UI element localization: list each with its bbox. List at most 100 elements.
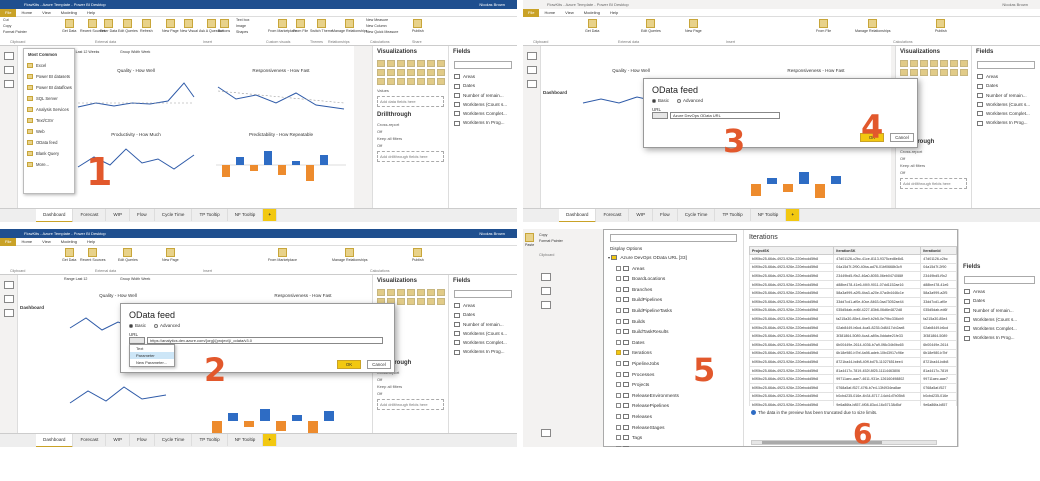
tab-dashboard[interactable]: Dashboard: [36, 434, 74, 447]
cross-report-toggle[interactable]: Off: [373, 376, 448, 383]
publish-button[interactable]: Publish: [412, 248, 424, 262]
navigator-item[interactable]: BuildTaskResults: [604, 328, 743, 339]
visual-type-icon[interactable]: [900, 69, 908, 76]
checkbox-icon[interactable]: [616, 307, 621, 313]
basic-radio[interactable]: Basic: [129, 323, 146, 328]
field-table[interactable]: Workitems Complet...: [959, 324, 1040, 333]
field-table[interactable]: Number of remain...: [449, 320, 517, 329]
menu-home[interactable]: Home: [16, 238, 37, 246]
report-view-icon[interactable]: [4, 52, 14, 60]
visual-type-icon[interactable]: [417, 298, 425, 305]
from-marketplace-button[interactable]: From Marketplace: [268, 248, 297, 262]
navigator-item[interactable]: PipelineJobs: [604, 360, 743, 371]
basic-radio[interactable]: Basic: [652, 98, 669, 103]
report-view-icon[interactable]: [4, 281, 14, 289]
add-page-button[interactable]: +: [263, 209, 278, 221]
visual-type-icon[interactable]: [437, 69, 445, 76]
field-table[interactable]: Number of remain...: [972, 91, 1040, 100]
model-view-icon[interactable]: [527, 80, 537, 88]
tab-flow[interactable]: Flow: [130, 434, 155, 446]
visual-type-icon[interactable]: [397, 60, 405, 67]
keep-filters-toggle[interactable]: Off: [373, 142, 448, 149]
tab-flow[interactable]: Flow: [653, 209, 678, 221]
visual-type-icon[interactable]: [417, 78, 425, 85]
from-file-button[interactable]: From File: [816, 19, 831, 33]
menu-help[interactable]: Help: [82, 238, 100, 246]
new-page-button[interactable]: New Page: [162, 248, 179, 262]
url-type-new-parameter[interactable]: New Parameter...: [130, 359, 174, 366]
group-width-slicer[interactable]: Group Width Week: [120, 277, 150, 281]
menu-file[interactable]: File: [0, 238, 17, 246]
checkbox-icon[interactable]: [616, 318, 621, 324]
from-file-button[interactable]: From File: [293, 19, 308, 33]
menu-modeling[interactable]: Modeling: [56, 9, 82, 17]
fields-search-input[interactable]: [977, 61, 1035, 69]
field-table[interactable]: Workitems (Count s...: [959, 315, 1040, 324]
visual-type-icon[interactable]: [920, 69, 928, 76]
menu-file[interactable]: File: [523, 9, 540, 17]
visual-type-icon[interactable]: [387, 78, 395, 85]
get-data-button[interactable]: Get Data: [585, 19, 599, 33]
navigator-item[interactable]: Processes: [604, 371, 743, 382]
checkbox-icon[interactable]: [616, 435, 621, 441]
cross-report-toggle[interactable]: Off: [373, 128, 448, 135]
tab-dashboard[interactable]: Dashboard: [559, 209, 597, 222]
range-slicer[interactable]: Range Last 12: [64, 277, 87, 281]
visual-type-icon[interactable]: [407, 60, 415, 67]
horizontal-scrollbar[interactable]: [751, 440, 937, 445]
visual-type-icon[interactable]: [960, 69, 968, 76]
visual-type-icon[interactable]: [407, 289, 415, 296]
tab-forecast[interactable]: Forecast: [73, 209, 107, 221]
publish-button[interactable]: Publish: [412, 19, 424, 33]
visual-type-icon[interactable]: [407, 69, 415, 76]
visual-type-icon[interactable]: [377, 60, 385, 67]
checkbox-icon[interactable]: [616, 276, 621, 282]
navigator-item[interactable]: Branches: [604, 286, 743, 297]
visual-type-icon[interactable]: [377, 78, 385, 85]
field-table[interactable]: Workitems (Count s...: [972, 100, 1040, 109]
tab-forecast[interactable]: Forecast: [73, 434, 107, 446]
field-table[interactable]: Number of remain...: [959, 306, 1040, 315]
field-table[interactable]: Workitems In Prog...: [449, 118, 517, 127]
field-table[interactable]: Areas: [449, 72, 517, 81]
visual-type-icon[interactable]: [417, 69, 425, 76]
clipboard-format-painter[interactable]: Format Painter: [3, 30, 27, 34]
checkbox-icon[interactable]: [616, 329, 621, 335]
field-table[interactable]: Areas: [449, 301, 517, 310]
tab-flow[interactable]: Flow: [130, 209, 155, 221]
image-button[interactable]: Image: [236, 24, 246, 28]
get-data-blank-query[interactable]: Blank Query: [24, 148, 74, 159]
responsiveness-chart[interactable]: Responsiveness - How Fast: [751, 68, 881, 73]
responsiveness-chart[interactable]: Responsiveness - How Fast: [216, 68, 346, 121]
navigator-item[interactable]: ReleasePipelines: [604, 402, 743, 413]
url-parameter-select[interactable]: Azure DevOps OData URL: [670, 112, 780, 119]
visual-type-icon[interactable]: [940, 60, 948, 67]
tab-nf-tooltip[interactable]: NF Tooltip: [228, 434, 264, 446]
edit-queries-button[interactable]: Edit Queries: [118, 248, 138, 262]
get-data-more[interactable]: More...: [24, 159, 74, 170]
report-view-icon[interactable]: [527, 52, 537, 60]
get-data-button[interactable]: Get Data: [62, 248, 76, 262]
visual-type-icon[interactable]: [910, 60, 918, 67]
model-view-icon[interactable]: [4, 80, 14, 88]
ok-button[interactable]: OK: [337, 360, 361, 369]
buttons-button[interactable]: Buttons: [218, 19, 230, 33]
group-width-slicer[interactable]: Group Width Week: [120, 50, 150, 54]
checkbox-icon[interactable]: [616, 371, 621, 377]
tab-tp-tooltip[interactable]: TP Tooltip: [715, 209, 751, 221]
checkbox-icon[interactable]: [616, 424, 621, 430]
field-table[interactable]: Workitems Complet...: [449, 338, 517, 347]
visual-type-icon[interactable]: [900, 60, 908, 67]
display-options-button[interactable]: Display Options: [604, 246, 743, 254]
enter-data-button[interactable]: Enter Data: [100, 19, 117, 33]
navigator-item[interactable]: Projects: [604, 381, 743, 392]
menu-help[interactable]: Help: [82, 9, 100, 17]
manage-relationships-button[interactable]: Manage Relationships: [332, 19, 368, 33]
checkbox-icon[interactable]: [616, 360, 621, 366]
get-data-excel[interactable]: Excel: [24, 60, 74, 71]
cancel-button[interactable]: Cancel: [367, 360, 391, 369]
visual-type-icon[interactable]: [417, 60, 425, 67]
field-table[interactable]: Areas: [972, 72, 1040, 81]
field-table[interactable]: Dates: [449, 81, 517, 90]
checkbox-icon[interactable]: [616, 392, 621, 398]
